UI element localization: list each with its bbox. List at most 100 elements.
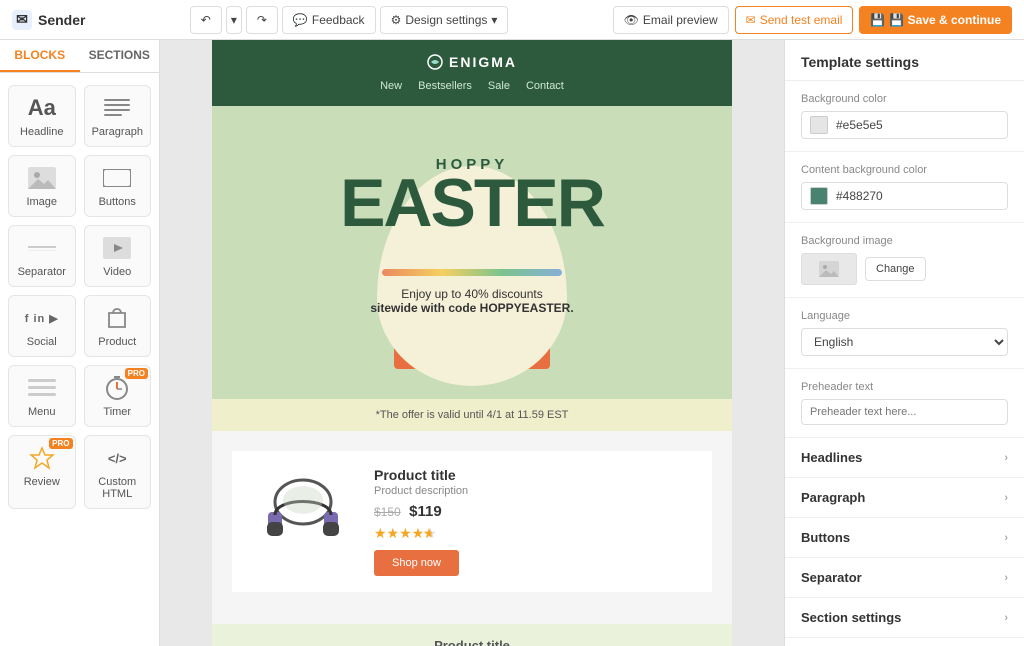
preheader-label: Preheader text (801, 381, 1008, 393)
block-review[interactable]: PRO Review (8, 435, 76, 509)
block-headline[interactable]: Aa Headline (8, 85, 76, 147)
headphones-image (253, 472, 353, 562)
offer-bar: *The offer is valid until 4/1 at 11.59 E… (212, 399, 732, 431)
section-item-headlines[interactable]: Headlines › (785, 438, 1024, 478)
block-social-label: Social (27, 336, 57, 348)
section-item-section-settings[interactable]: Section settings › (785, 598, 1024, 638)
bg-image-row: Change (801, 253, 1008, 285)
product-info-1: Product title Product description $150 $… (374, 467, 696, 576)
design-settings-button[interactable]: ⚙ Design settings ▾ (380, 6, 509, 34)
social-icon: f in ▶ (25, 304, 59, 332)
design-settings-dropdown-icon: ▾ (491, 13, 497, 27)
nav-sale[interactable]: Sale (488, 80, 510, 92)
product-image-1 (248, 467, 358, 567)
easter-desc-1: Enjoy up to 40% discounts (332, 287, 612, 301)
old-price-1: $150 (374, 505, 401, 519)
chevron-icon-3: › (1004, 532, 1008, 544)
content-bg-color-row[interactable]: #488270 (801, 182, 1008, 210)
block-timer[interactable]: PRO Timer (84, 365, 152, 427)
feedback-icon: 💬 (293, 13, 308, 27)
language-select[interactable]: English French German (801, 328, 1008, 356)
language-label: Language (801, 310, 1008, 322)
change-bg-image-button[interactable]: Change (865, 257, 926, 281)
send-test-button[interactable]: ✉ Send test email (735, 6, 854, 34)
app-logo-area: ✉ Sender (12, 10, 85, 30)
preheader-input[interactable] (801, 399, 1008, 425)
block-headline-label: Headline (20, 126, 63, 138)
dropdown-btn[interactable]: ▾ (226, 6, 242, 34)
block-social[interactable]: f in ▶ Social (8, 295, 76, 357)
new-price-1: $119 (409, 503, 442, 520)
nav-new[interactable]: New (380, 80, 402, 92)
product-desc-1: Product description (374, 485, 696, 497)
product-cta-button-1[interactable]: Shop now (374, 550, 459, 576)
bg-image-preview (801, 253, 857, 285)
bg-color-group: Background color #e5e5e5 (785, 81, 1024, 152)
brand-logo: ENIGMA (427, 54, 517, 70)
nav-contact[interactable]: Contact (526, 80, 564, 92)
block-image[interactable]: Image (8, 155, 76, 217)
topbar-center-actions: ↶ ▾ ↷ 💬 Feedback ⚙ Design settings ▾ (190, 6, 509, 34)
design-settings-icon: ⚙ (391, 13, 402, 27)
product-section: Product title Product description $150 $… (212, 431, 732, 624)
product-icon (105, 304, 129, 332)
easter-desc-2: sitewide with code HOPPYEASTER. (332, 301, 612, 315)
feedback-button[interactable]: 💬 Feedback (282, 6, 376, 34)
image-icon (28, 164, 56, 192)
brand-name: ENIGMA (449, 54, 517, 70)
section-item-separator[interactable]: Separator › (785, 558, 1024, 598)
block-paragraph-label: Paragraph (92, 126, 143, 138)
tab-blocks[interactable]: BLOCKS (0, 40, 80, 72)
block-menu[interactable]: Menu (8, 365, 76, 427)
block-video-label: Video (103, 266, 131, 278)
bg-color-row[interactable]: #e5e5e5 (801, 111, 1008, 139)
email-header: ENIGMA New Bestsellers Sale Contact (212, 40, 732, 106)
chevron-icon: › (1004, 452, 1008, 464)
tab-sections[interactable]: SECTIONS (80, 40, 160, 72)
blocks-grid: Aa Headline Paragraph Image Buttons (0, 73, 159, 521)
product-stars-1: ★★★★★★ (374, 525, 696, 542)
bottom-product-title: Product title (232, 638, 712, 646)
section-item-paragraph[interactable]: Paragraph › (785, 478, 1024, 518)
bg-image-label: Background image (801, 235, 1008, 247)
block-separator[interactable]: Separator (8, 225, 76, 287)
block-review-label: Review (24, 476, 60, 488)
undo-button[interactable]: ↶ (190, 6, 222, 34)
block-product[interactable]: Product (84, 295, 152, 357)
block-product-label: Product (98, 336, 136, 348)
redo-button[interactable]: ↷ (246, 6, 278, 34)
preheader-group: Preheader text (785, 369, 1024, 438)
content-bg-color-group: Content background color #488270 (785, 152, 1024, 223)
right-panel-title: Template settings (785, 40, 1024, 81)
chevron-icon-4: › (1004, 572, 1008, 584)
custom-html-icon: </> (108, 444, 127, 472)
block-custom-html[interactable]: </> Custom HTML (84, 435, 152, 509)
email-canvas[interactable]: ENIGMA New Bestsellers Sale Contact (160, 40, 784, 646)
block-timer-label: Timer (103, 406, 131, 418)
bg-color-swatch (810, 116, 828, 134)
separator-icon (28, 234, 56, 262)
block-buttons[interactable]: Buttons (84, 155, 152, 217)
block-paragraph[interactable]: Paragraph (84, 85, 152, 147)
block-separator-label: Separator (18, 266, 66, 278)
product-title-1: Product title (374, 467, 696, 483)
email-nav: New Bestsellers Sale Contact (380, 80, 564, 92)
right-panel-sections: Headlines › Paragraph › Buttons › Separa… (785, 438, 1024, 646)
section-item-preview-unsubscribe[interactable]: Preview & Unsubscribe › (785, 638, 1024, 646)
timer-pro-badge: PRO (125, 368, 148, 379)
section-item-buttons[interactable]: Buttons › (785, 518, 1024, 558)
content-bg-color-swatch (810, 187, 828, 205)
save-continue-button[interactable]: 💾 💾 Save & continue (859, 6, 1012, 34)
panel-tabs: BLOCKS SECTIONS (0, 40, 159, 73)
block-buttons-label: Buttons (99, 196, 136, 208)
video-icon (103, 234, 131, 262)
email-preview-button[interactable]: 👁 Email preview (613, 6, 729, 34)
nav-bestsellers[interactable]: Bestsellers (418, 80, 472, 92)
chevron-icon-2: › (1004, 492, 1008, 504)
easter-title: EASTER (332, 169, 612, 237)
bg-color-label: Background color (801, 93, 1008, 105)
block-image-label: Image (26, 196, 57, 208)
block-menu-label: Menu (28, 406, 56, 418)
eye-icon: 👁 (624, 13, 639, 27)
block-video[interactable]: Video (84, 225, 152, 287)
